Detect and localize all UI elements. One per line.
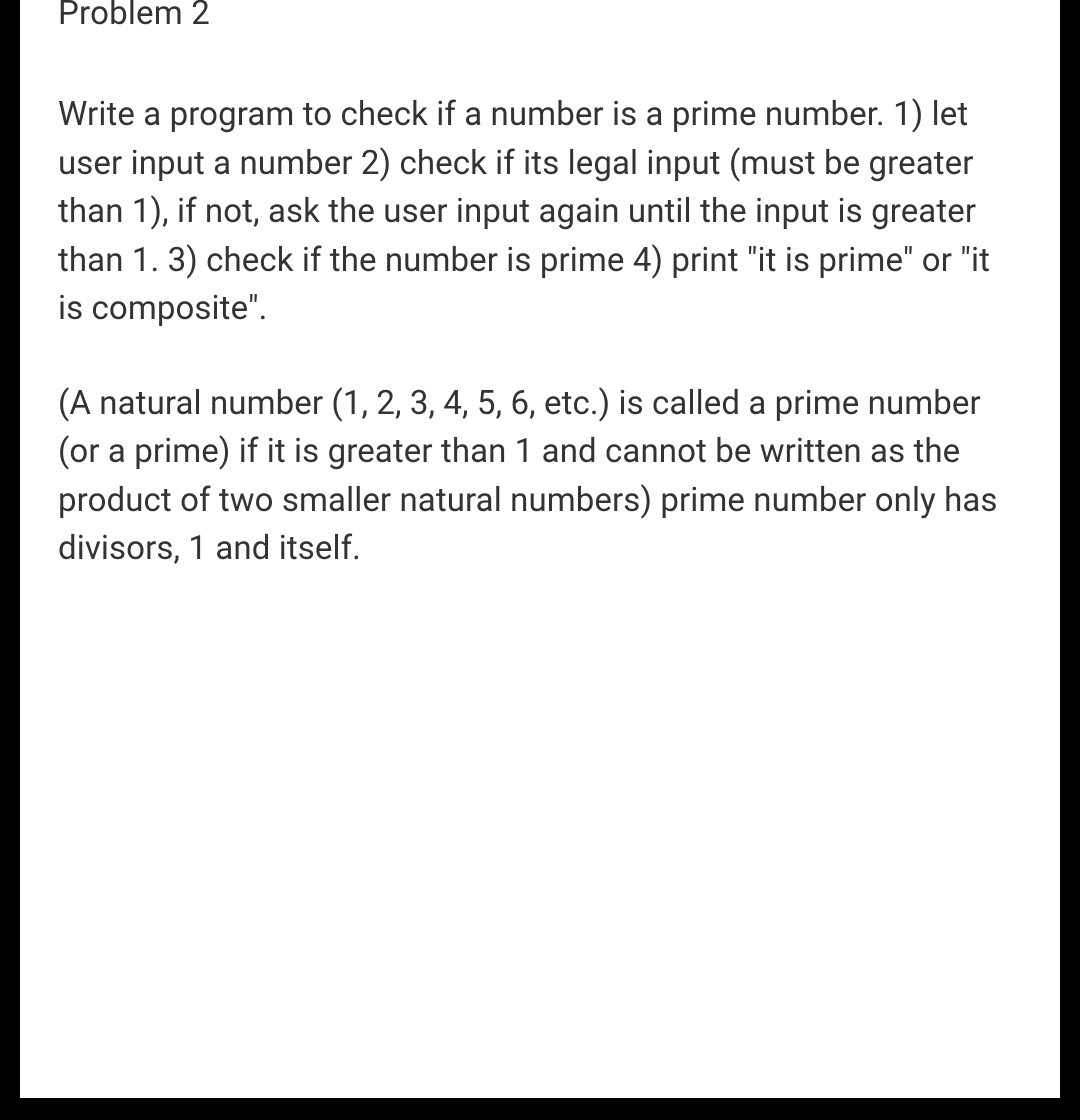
problem-heading: Problem 2	[58, 0, 1022, 33]
document-page: Problem 2 Write a program to check if a …	[20, 0, 1060, 1098]
problem-explanation: (A natural number (1, 2, 3, 4, 5, 6, etc…	[58, 380, 1022, 574]
problem-statement: Write a program to check if a number is …	[58, 91, 1022, 334]
